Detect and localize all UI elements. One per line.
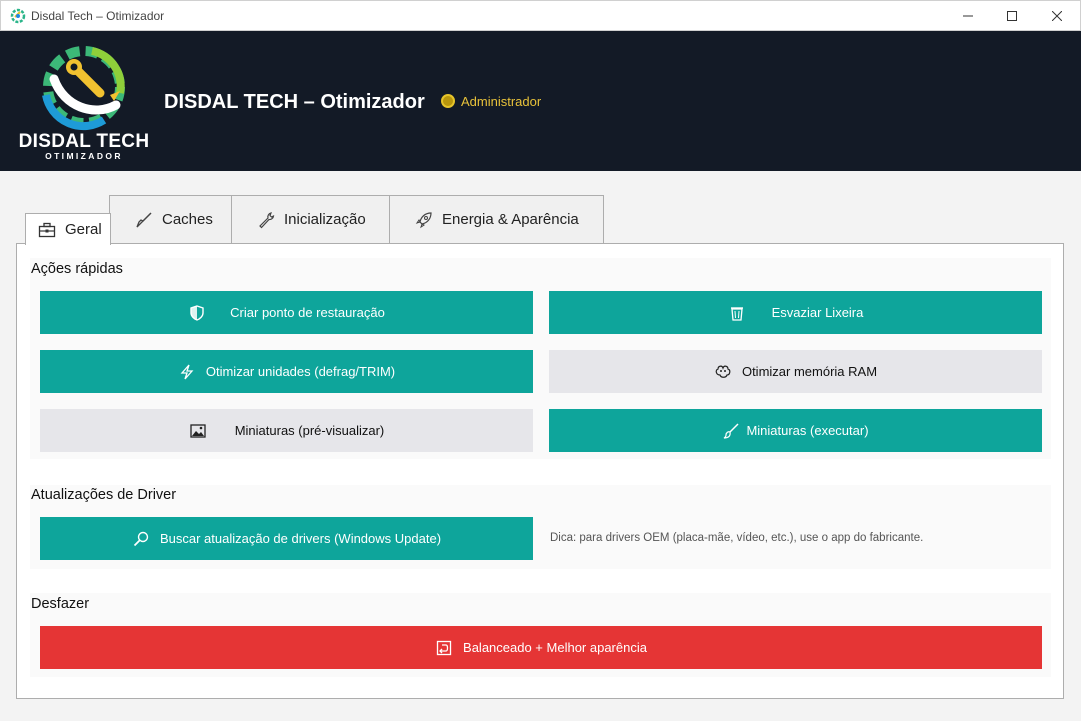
button-label: Criar ponto de restauração — [230, 305, 385, 320]
search-driver-updates-button[interactable]: Buscar atualização de drivers (Windows U… — [40, 517, 533, 560]
lightning-icon — [178, 363, 196, 381]
optimize-drives-button[interactable]: Otimizar unidades (defrag/TRIM) — [40, 350, 533, 393]
button-label: Otimizar unidades (defrag/TRIM) — [205, 364, 396, 379]
driver-hint-text: Dica: para drivers OEM (placa-mãe, vídeo… — [550, 532, 924, 544]
close-icon — [1052, 11, 1062, 21]
tab-panel-geral: Ações rápidas Criar ponto de restauração… — [16, 243, 1064, 699]
button-label: Otimizar memória RAM — [741, 364, 878, 379]
tab-geral[interactable]: Geral — [25, 213, 111, 245]
brush-icon — [722, 422, 740, 440]
thumbnails-preview-button[interactable]: Miniaturas (pré-visualizar) — [40, 409, 533, 452]
tab-inicializacao[interactable]: Inicialização — [231, 195, 390, 243]
role-status-icon — [441, 94, 455, 108]
app-icon — [10, 8, 26, 24]
driver-updates-section: Atualizações de Driver Buscar atualizaçã… — [30, 485, 1051, 569]
minimize-button[interactable] — [945, 1, 991, 31]
thumbnails-execute-button[interactable]: Miniaturas (executar) — [549, 409, 1042, 452]
maximize-icon — [1007, 11, 1017, 21]
trash-icon — [728, 304, 746, 322]
tab-label: Caches — [162, 211, 213, 228]
tab-label: Energia & Aparência — [442, 211, 579, 228]
create-restore-point-button[interactable]: Criar ponto de restauração — [40, 291, 533, 334]
tab-caches[interactable]: Caches — [109, 195, 232, 243]
role-label: Administrador — [461, 94, 542, 109]
close-button[interactable] — [1034, 1, 1080, 31]
shield-icon — [188, 304, 206, 322]
undo-section: Desfazer Balanceado + Melhor aparência — [30, 593, 1051, 677]
minimize-icon — [963, 15, 973, 17]
empty-recycle-bin-button[interactable]: Esvaziar Lixeira — [549, 291, 1042, 334]
window-title: Disdal Tech – Otimizador — [31, 9, 165, 23]
tab-energia-aparencia[interactable]: Energia & Aparência — [389, 195, 604, 243]
button-label: Miniaturas (executar) — [746, 423, 869, 438]
tab-label: Geral — [65, 221, 102, 238]
undo-icon — [435, 639, 453, 657]
rocket-icon — [414, 210, 434, 230]
wrench-icon — [256, 210, 276, 230]
broom-icon — [134, 210, 154, 230]
button-label: Buscar atualização de drivers (Windows U… — [159, 531, 442, 546]
logo-text: DISDAL TECH — [18, 131, 150, 152]
window-titlebar: Disdal Tech – Otimizador — [0, 0, 1081, 31]
section-title: Ações rápidas — [31, 261, 123, 277]
brain-icon — [714, 363, 732, 381]
optimize-ram-button[interactable]: Otimizar memória RAM — [549, 350, 1042, 393]
button-label: Balanceado + Melhor aparência — [463, 640, 647, 655]
quick-actions-section: Ações rápidas Criar ponto de restauração… — [30, 258, 1051, 459]
image-icon — [189, 422, 207, 440]
button-label: Miniaturas (pré-visualizar) — [234, 423, 385, 438]
button-label: Esvaziar Lixeira — [771, 305, 864, 320]
app-title: DISDAL TECH – Otimizador — [164, 91, 425, 113]
magnifier-icon — [132, 530, 150, 548]
toolbox-icon — [37, 220, 57, 240]
undo-balanced-button[interactable]: Balanceado + Melhor aparência — [40, 626, 1042, 669]
maximize-button[interactable] — [989, 1, 1035, 31]
section-title: Atualizações de Driver — [31, 487, 177, 503]
tab-label: Inicialização — [284, 211, 366, 228]
logo-subtext: OTIMIZADOR — [45, 151, 123, 161]
section-title: Desfazer — [31, 596, 90, 612]
app-header: DISDAL TECH OTIMIZADOR DISDAL TECH – Oti… — [0, 31, 1081, 171]
